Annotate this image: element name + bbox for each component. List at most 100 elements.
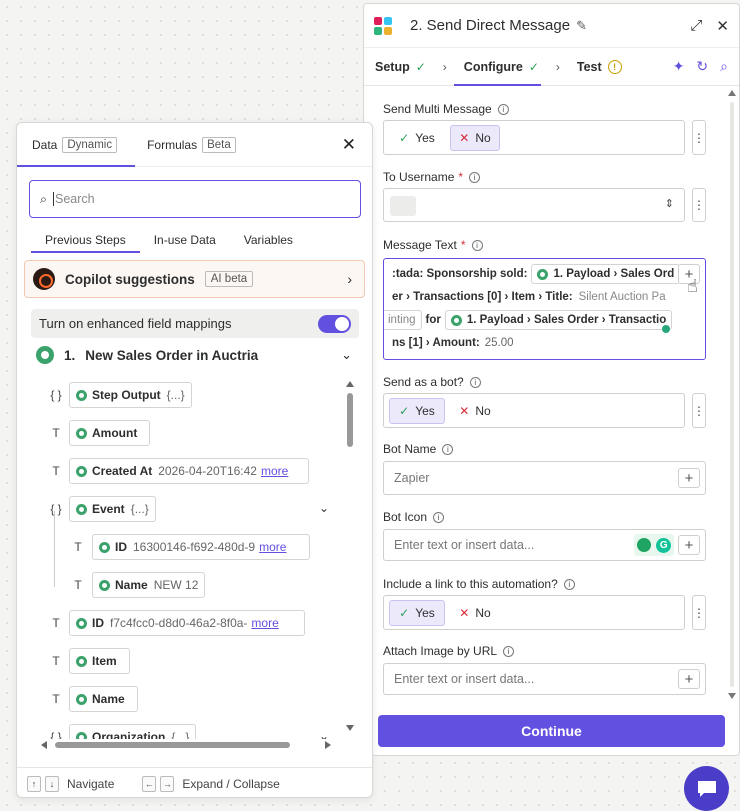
sparkle-icon[interactable]: ✦ [673, 58, 685, 75]
tab-test[interactable]: Test ! [577, 59, 622, 74]
close-icon[interactable]: ✕ [342, 135, 356, 155]
panel-title: 2. Send Direct Message [410, 17, 571, 34]
data-field-pill[interactable]: Event {...} [69, 496, 156, 522]
info-icon[interactable]: i [563, 578, 575, 590]
data-field-pill[interactable]: ID f7c4fcc0-d8d0-46a2-8f0a-more [69, 610, 305, 636]
search-icon[interactable]: ⌕ [720, 58, 728, 75]
bot-name-input[interactable]: Zapier + [383, 461, 706, 495]
chevron-down-icon[interactable]: ⌄ [319, 501, 329, 515]
chevron-down-icon[interactable]: ⌄ [341, 347, 352, 363]
more-link[interactable]: more [259, 540, 286, 554]
message-text-label-text: Message Text [383, 238, 457, 252]
info-icon[interactable]: i [503, 645, 515, 657]
data-pill-preview[interactable]: inting [384, 310, 422, 330]
data-source-tabs: Previous Steps In-use Data Variables [31, 227, 307, 253]
info-icon[interactable]: i [469, 171, 481, 183]
tab-data[interactable]: Data Dynamic [32, 136, 118, 153]
multi-message-yes[interactable]: ✓ Yes [389, 125, 445, 151]
message-line-2: er › Transactions [0] › Item › Title: Si… [392, 286, 666, 308]
enhanced-mappings-toggle[interactable] [318, 315, 351, 333]
x-icon: ✕ [459, 131, 470, 145]
tab-configure[interactable]: Configure ✓ [464, 60, 539, 74]
insert-data-button[interactable]: + [678, 468, 700, 488]
search-placeholder: Search [55, 192, 95, 206]
chevron-down-icon[interactable]: ⌄ [319, 729, 329, 739]
data-field-pill[interactable]: Name NEW 12 [92, 572, 206, 598]
more-options-button[interactable]: ⋮ [692, 393, 706, 428]
lightbulb-icon[interactable] [636, 538, 651, 552]
search-icon: ⌕ [40, 191, 48, 206]
form-scrollbar[interactable] [727, 88, 737, 701]
include-link-no[interactable]: ✕ No [450, 600, 500, 626]
hand-cursor-icon: ☝ [687, 276, 698, 296]
step-number: 1. [64, 347, 76, 363]
tree-horizontal-scrollbar[interactable] [39, 739, 333, 751]
info-icon[interactable]: i [497, 103, 509, 115]
keyboard-hints: ↑ ↓ Navigate ← → Expand / Collapse [17, 767, 372, 797]
message-text-editor[interactable]: :tada: Sponsorship sold: 1. Payload › Sa… [383, 258, 706, 360]
attach-image-label: Attach Image by URL i [383, 644, 515, 658]
info-icon[interactable]: i [471, 239, 483, 251]
insert-data-button[interactable]: + [678, 669, 700, 689]
tab-formulas[interactable]: Formulas Beta [147, 136, 236, 153]
field-value: f7c4fcc0-d8d0-46a2-8f0a- [110, 616, 248, 630]
object-icon: { } [50, 730, 62, 739]
data-field-pill[interactable]: Amount [69, 420, 151, 446]
send-as-bot-no[interactable]: ✕ No [450, 398, 500, 424]
yes-label: Yes [415, 131, 435, 145]
include-link-yes[interactable]: ✓ Yes [389, 600, 445, 626]
step-header[interactable]: 1. New Sales Order in Auctria [36, 345, 258, 365]
data-pill[interactable]: 1. Payload › Sales Ord [531, 264, 681, 284]
tab-previous-steps[interactable]: Previous Steps [31, 227, 140, 253]
more-link[interactable]: more [261, 464, 288, 478]
close-icon[interactable]: ✕ [716, 17, 729, 35]
grammarly-icon[interactable]: G [656, 537, 672, 553]
data-field-pill[interactable]: Step Output {...} [69, 382, 192, 408]
field-name: Event [92, 502, 125, 516]
data-field-pill[interactable]: Item [69, 648, 130, 674]
edit-title-pencil-icon[interactable]: ✎ [576, 18, 587, 34]
more-options-button[interactable]: ⋮ [692, 595, 706, 630]
x-icon: ✕ [459, 404, 470, 418]
tab-in-use-data[interactable]: In-use Data [140, 227, 230, 253]
tree-vertical-scrollbar[interactable] [345, 379, 355, 737]
expand-icon[interactable]: ⤢ [690, 17, 702, 34]
copilot-suggestions[interactable]: Copilot suggestions AI beta › [24, 260, 365, 298]
more-link[interactable]: more [251, 616, 278, 630]
navigate-hint: Navigate [67, 776, 115, 791]
zapier-step-icon [537, 268, 549, 280]
refresh-icon[interactable]: ↻ [696, 58, 708, 75]
multi-message-no[interactable]: ✕ No [450, 125, 500, 151]
info-icon[interactable]: i [433, 511, 445, 523]
more-options-button[interactable]: ⋮ [692, 188, 706, 222]
message-line-1: :tada: Sponsorship sold: 1. Payload › Sa… [392, 263, 684, 285]
bot-icon-label-text: Bot Icon [383, 510, 428, 524]
bot-icon-input[interactable]: Enter text or insert data... G + [383, 529, 706, 561]
more-options-button[interactable]: ⋮ [692, 120, 706, 155]
bot-name-placeholder: Zapier [394, 471, 430, 485]
insert-data-button[interactable]: + [678, 535, 700, 555]
message-value-preview: 25.00 [484, 337, 514, 349]
data-field-pill[interactable]: Organization {...} [69, 724, 197, 739]
blurred-value [390, 196, 416, 216]
data-field-pill[interactable]: ID 16300146-f692-480d-9 more [92, 534, 310, 560]
send-as-bot-yes[interactable]: ✓ Yes [389, 398, 445, 424]
attach-image-input[interactable]: Enter text or insert data... + [383, 663, 706, 695]
data-field-pill[interactable]: Created At 2026-04-20T16:42 more [69, 458, 309, 484]
search-input[interactable]: ⌕ Search [29, 180, 361, 218]
attach-image-placeholder: Enter text or insert data... [394, 672, 535, 686]
text-type-icon: T [52, 654, 60, 668]
continue-button[interactable]: Continue [378, 715, 725, 747]
zapier-step-icon [76, 693, 87, 705]
data-field-pill[interactable]: Name [69, 686, 138, 712]
info-icon[interactable]: i [469, 376, 481, 388]
bot-icon-placeholder: Enter text or insert data... [394, 538, 535, 552]
text-type-icon: T [52, 464, 60, 478]
to-username-select[interactable]: ⇕ [383, 188, 685, 222]
chat-support-button[interactable] [684, 766, 729, 811]
info-icon[interactable]: i [442, 443, 454, 455]
step-title: New Sales Order in Auctria [85, 347, 259, 363]
data-pill[interactable]: 1. Payload › Sales Order › Transactio [444, 310, 673, 330]
tab-setup[interactable]: Setup ✓ [375, 60, 426, 74]
tab-variables[interactable]: Variables [230, 227, 307, 253]
